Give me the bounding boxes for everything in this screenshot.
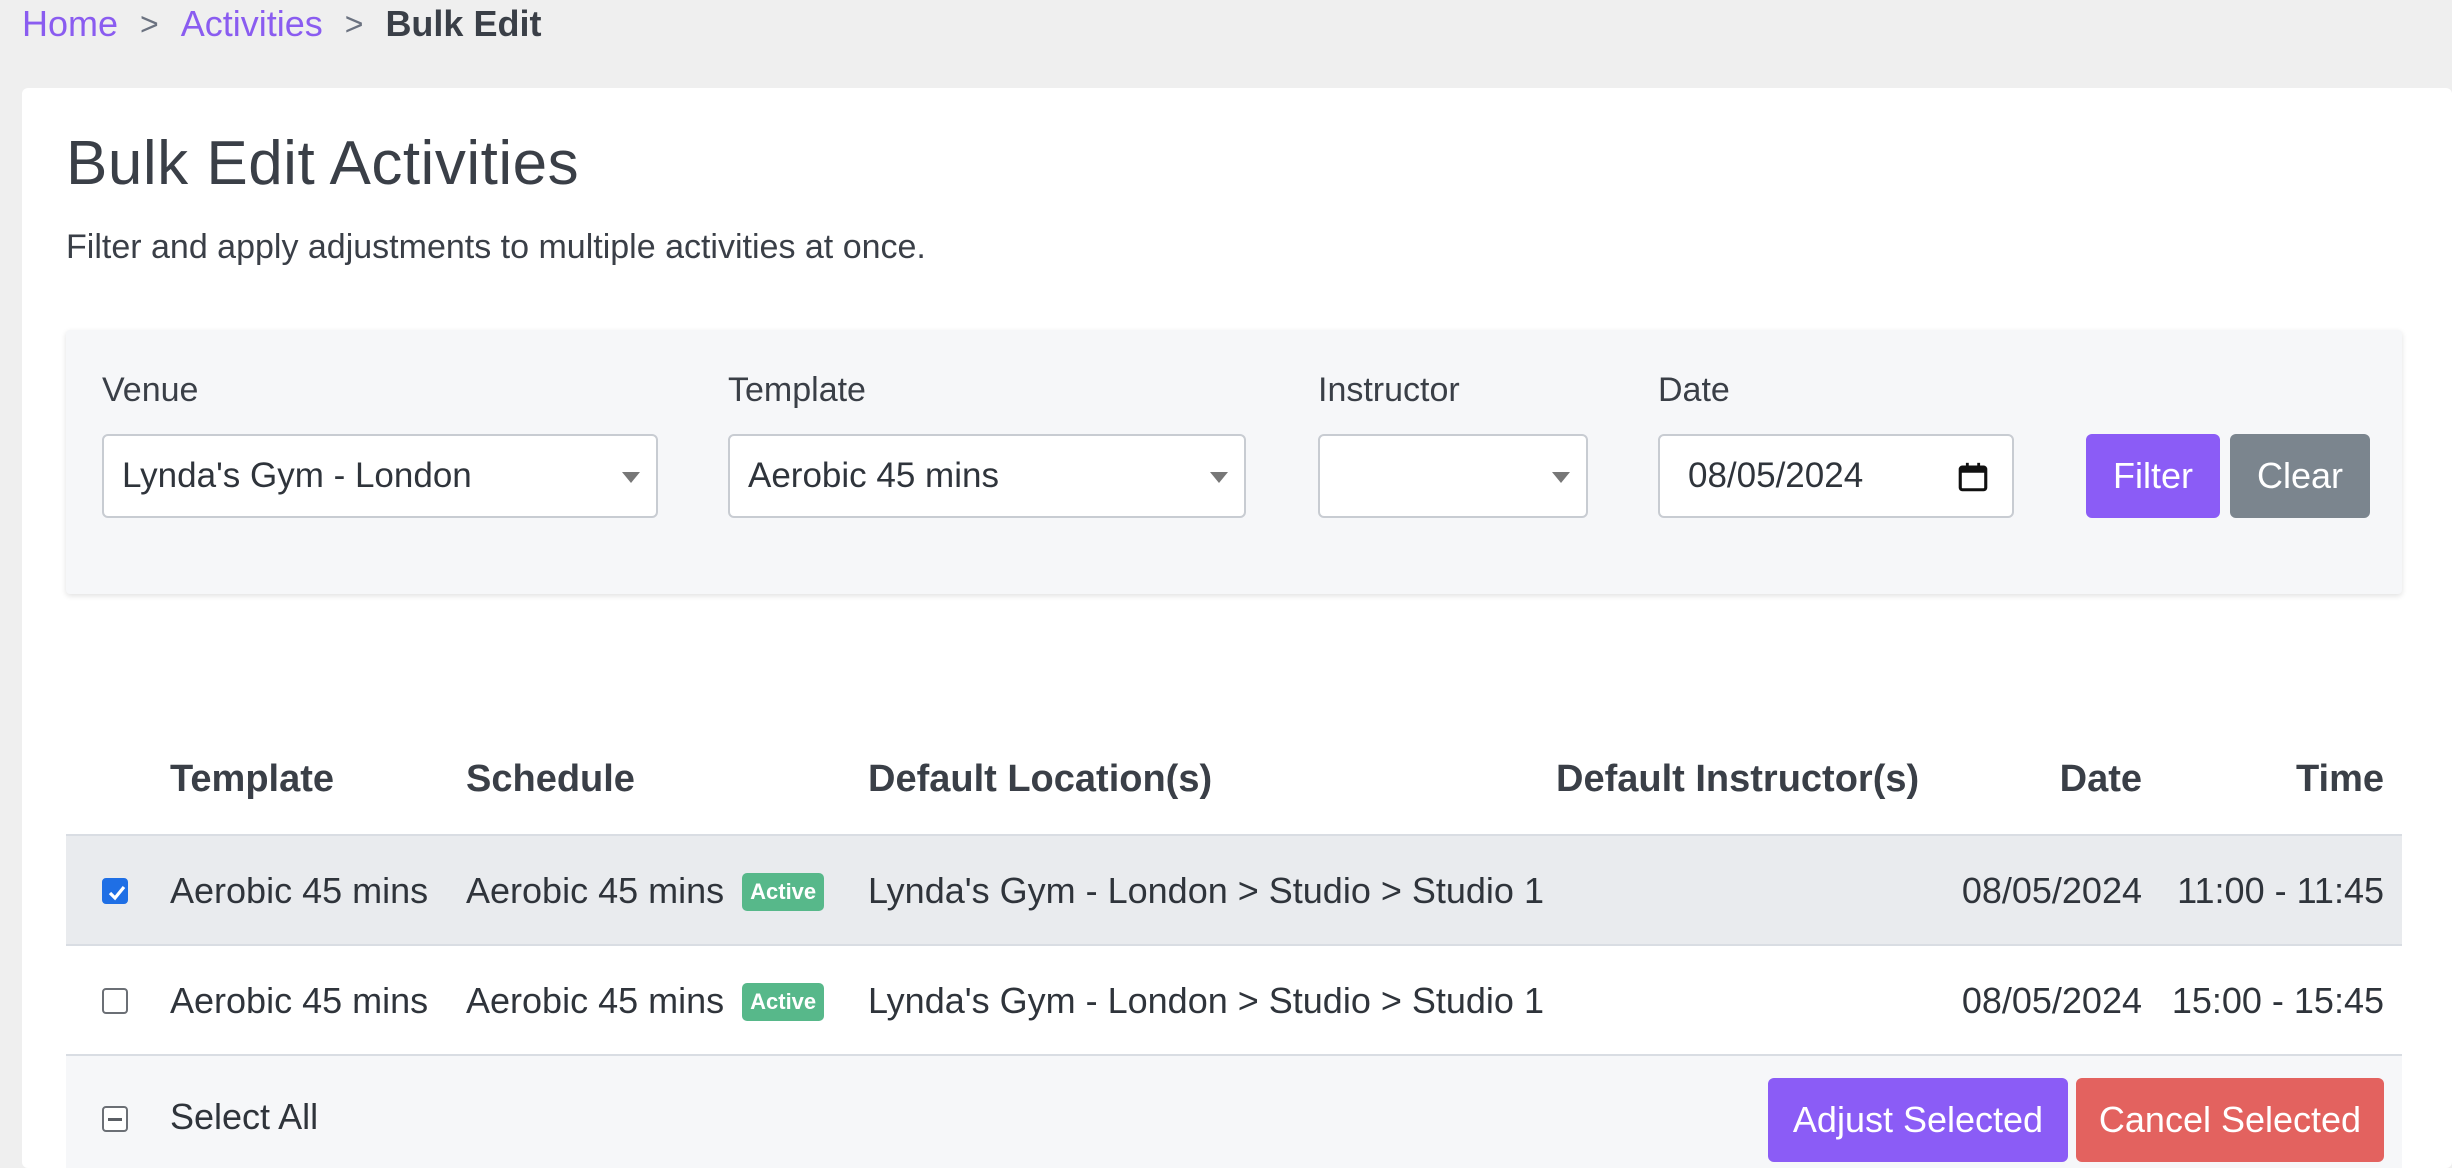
date-label: Date (1658, 371, 1730, 409)
template-filter-group: Template Aerobic 45 mins (728, 368, 1246, 518)
cell-location: Lynda's Gym - London > Studio > Studio 1 (868, 980, 1544, 1021)
table-header: Template Schedule Default Location(s) De… (66, 718, 2402, 836)
chevron-down-icon (622, 472, 640, 483)
cell-schedule-text: Aerobic 45 mins (466, 980, 725, 1021)
chevron-down-icon (1210, 472, 1228, 483)
instructor-select[interactable] (1318, 434, 1588, 518)
row-checkbox[interactable] (102, 878, 128, 904)
cell-schedule: Aerobic 45 mins Active (466, 870, 825, 912)
cell-location: Lynda's Gym - London > Studio > Studio 1 (868, 870, 1544, 911)
breadcrumb-separator: > (344, 5, 364, 42)
select-all-label[interactable]: Select All (170, 1096, 318, 1138)
clear-button[interactable]: Clear (2230, 434, 2370, 518)
cell-date: 08/05/2024 (1961, 870, 2142, 911)
column-header-time: Time (2295, 758, 2384, 800)
cell-schedule: Aerobic 45 mins Active (466, 980, 825, 1022)
cell-schedule-text: Aerobic 45 mins (466, 870, 725, 911)
filter-panel: Venue Lynda's Gym - London Template Aero… (66, 330, 2402, 594)
cell-time: 15:00 - 15:45 (2171, 980, 2384, 1021)
column-header-template: Template (170, 758, 335, 800)
chevron-down-icon (1552, 472, 1570, 483)
main-card: Bulk Edit Activities Filter and apply ad… (22, 88, 2452, 1168)
page-title: Bulk Edit Activities (66, 129, 580, 198)
adjust-selected-button[interactable]: Adjust Selected (1768, 1078, 2068, 1162)
breadcrumb: Home > Activities > Bulk Edit (22, 2, 541, 46)
activities-table: Template Schedule Default Location(s) De… (66, 718, 2402, 1168)
breadcrumb-home-link[interactable]: Home (22, 3, 118, 45)
date-filter-group: Date 08/05/2024 (1658, 368, 2014, 518)
page-subtitle: Filter and apply adjustments to multiple… (66, 228, 926, 266)
breadcrumb-activities-link[interactable]: Activities (181, 3, 323, 45)
breadcrumb-separator: > (140, 5, 159, 42)
column-header-schedule: Schedule (466, 758, 635, 800)
date-input[interactable]: 08/05/2024 (1658, 434, 2014, 518)
venue-filter-group: Venue Lynda's Gym - London (102, 368, 658, 518)
table-row[interactable]: Aerobic 45 mins Aerobic 45 mins Active Ly… (66, 946, 2402, 1056)
column-header-locations: Default Location(s) (868, 758, 1213, 800)
status-badge: Active (742, 983, 825, 1021)
column-header-instructors: Default Instructor(s) (1556, 758, 1920, 800)
filter-button[interactable]: Filter (2086, 434, 2220, 518)
cell-date: 08/05/2024 (1961, 980, 2142, 1021)
template-label: Template (728, 371, 866, 409)
row-checkbox[interactable] (102, 988, 128, 1014)
instructor-filter-group: Instructor (1318, 368, 1588, 518)
column-header-date: Date (2059, 758, 2142, 800)
template-select[interactable]: Aerobic 45 mins (728, 434, 1246, 518)
breadcrumb-current: Bulk Edit (385, 3, 542, 44)
cell-template: Aerobic 45 mins (170, 980, 429, 1021)
select-all-checkbox[interactable] (102, 1106, 128, 1132)
venue-select[interactable]: Lynda's Gym - London (102, 434, 658, 518)
table-footer: Select All Adjust Selected Cancel Select… (66, 1056, 2402, 1168)
checkmark-icon (108, 885, 126, 901)
status-badge: Active (742, 873, 825, 911)
template-select-value: Aerobic 45 mins (748, 456, 999, 495)
date-input-value: 08/05/2024 (1688, 456, 1864, 495)
venue-select-value: Lynda's Gym - London (122, 456, 472, 495)
instructor-label: Instructor (1318, 371, 1460, 409)
venue-label: Venue (102, 371, 199, 409)
calendar-icon[interactable] (1956, 460, 1990, 494)
table-row[interactable]: Aerobic 45 mins Aerobic 45 mins Active Ly… (66, 836, 2402, 946)
cell-time: 11:00 - 11:45 (2177, 870, 2384, 911)
cell-template: Aerobic 45 mins (170, 870, 429, 911)
cancel-selected-button[interactable]: Cancel Selected (2076, 1078, 2384, 1162)
